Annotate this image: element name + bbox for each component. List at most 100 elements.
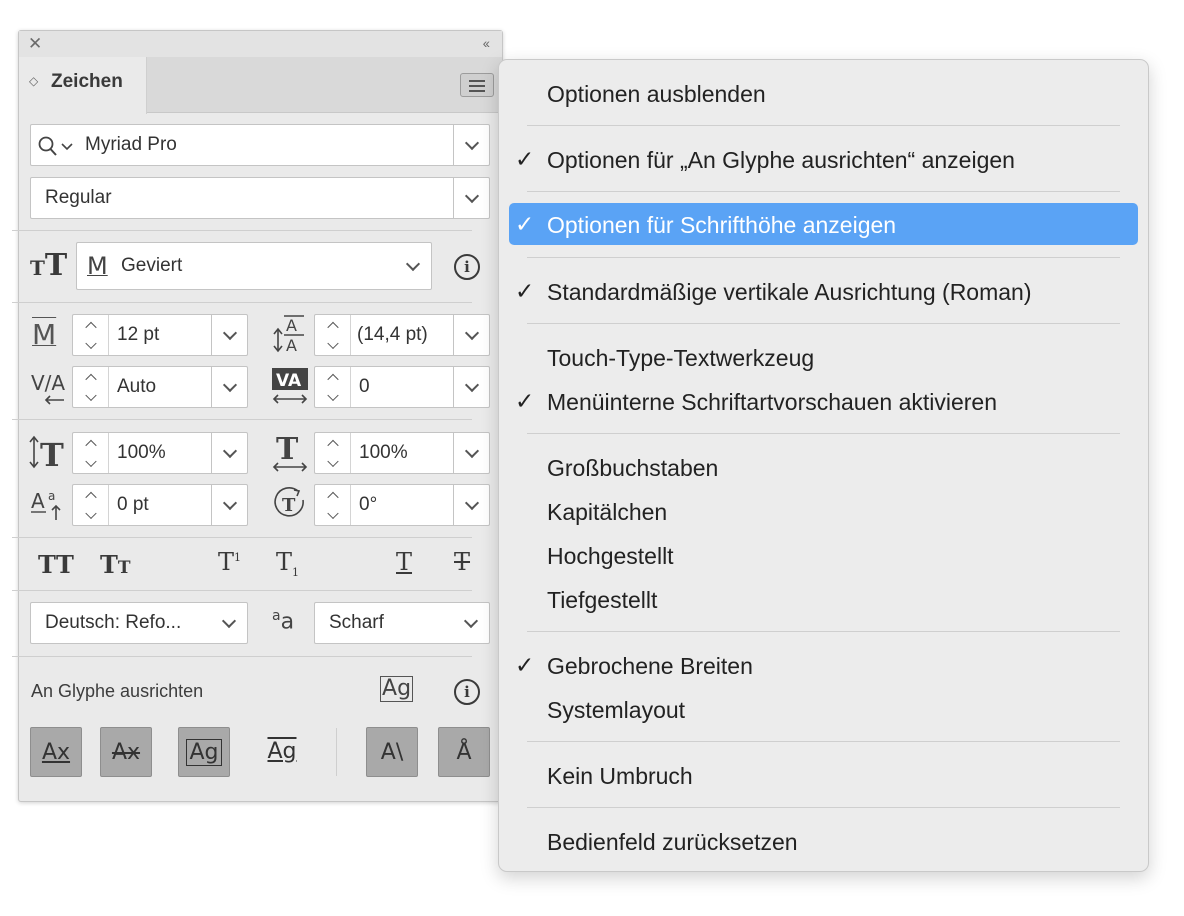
menu-item[interactable]: ✓ Menüinterne Schriftartvorschauen aktiv… — [509, 380, 1138, 422]
language-select[interactable]: Deutsch: Refo... — [30, 602, 248, 644]
snap-angular-button[interactable]: A\ — [366, 727, 418, 777]
vertical-scale-icon: T — [29, 435, 64, 470]
menu-item-label: Kapitälchen — [547, 499, 668, 525]
font-size-value: 12 pt — [117, 324, 160, 345]
all-caps-icon[interactable]: TT — [38, 550, 75, 579]
baseline-shift-dropdown[interactable] — [211, 485, 247, 525]
panel-menu-button[interactable] — [460, 73, 494, 97]
subscript-icon[interactable]: T1 — [276, 548, 299, 579]
tracking-dropdown[interactable] — [453, 367, 489, 407]
menu-item[interactable]: Optionen ausblenden — [509, 72, 1138, 114]
chevron-down-icon — [221, 613, 237, 629]
character-rotation-icon: T — [274, 487, 304, 517]
snap-xheight-icon: Ax — [111, 740, 141, 765]
character-rotation-field[interactable]: 0° — [314, 484, 490, 526]
em-icon: M — [87, 252, 108, 280]
info-icon[interactable]: i — [454, 254, 480, 280]
horizontal-scale-stepper[interactable] — [315, 433, 351, 473]
snap-anchor-button[interactable]: Å — [438, 727, 490, 777]
menu-separator — [527, 257, 1120, 258]
baseline-shift-stepper[interactable] — [73, 485, 109, 525]
chevron-down-icon — [326, 455, 339, 468]
font-size-dropdown[interactable] — [211, 315, 247, 355]
leading-dropdown[interactable] — [453, 315, 489, 355]
menu-item[interactable]: Hochgestellt — [509, 534, 1138, 576]
menu-item[interactable]: Tiefgestellt — [509, 578, 1138, 620]
svg-text:T: T — [282, 495, 296, 516]
menu-item[interactable]: Systemlayout — [509, 688, 1138, 730]
chevron-up-icon — [84, 373, 97, 386]
snap-proximity-button[interactable]: Ag — [256, 727, 308, 777]
kerning-dropdown[interactable] — [211, 367, 247, 407]
chevron-up-icon — [84, 491, 97, 504]
checkmark-icon: ✓ — [515, 388, 535, 414]
horizontal-scale-dropdown[interactable] — [453, 433, 489, 473]
character-rotation-stepper[interactable] — [315, 485, 351, 525]
small-caps-icon[interactable]: TT — [100, 550, 131, 579]
close-icon[interactable]: ✕ — [28, 34, 42, 54]
font-family-dropdown[interactable] — [453, 125, 489, 165]
baseline-shift-field[interactable]: 0 pt — [72, 484, 248, 526]
checkmark-icon: ✓ — [515, 652, 535, 678]
tracking-icon: VA — [272, 368, 308, 404]
menu-item-label: Optionen für Schrifthöhe anzeigen — [547, 212, 897, 238]
font-style-field[interactable]: Regular — [30, 177, 490, 219]
character-rotation-value: 0° — [359, 494, 378, 515]
kerning-stepper[interactable] — [73, 367, 109, 407]
vertical-scale-dropdown[interactable] — [211, 433, 247, 473]
menu-item[interactable]: ✓ Standardmäßige vertikale Ausrichtung (… — [509, 270, 1138, 312]
menu-item[interactable]: ✓ Gebrochene Breiten — [509, 644, 1138, 686]
antialiasing-select[interactable]: Scharf — [314, 602, 490, 644]
chevron-down-icon — [326, 337, 339, 350]
leading-stepper[interactable] — [315, 315, 351, 355]
antialiasing-icon: aa — [272, 608, 295, 635]
vertical-scale-stepper[interactable] — [73, 433, 109, 473]
font-style-dropdown[interactable] — [453, 178, 489, 218]
chevron-down-icon — [464, 188, 479, 204]
menu-item[interactable]: Touch-Type-Textwerkzeug — [509, 336, 1138, 378]
panel-tab-row: ◇ Zeichen — [19, 57, 502, 114]
menu-item[interactable]: ✓ Optionen für „An Glyphe ausrichten“ an… — [509, 138, 1138, 180]
snap-glyph-bounds-button[interactable]: Ag — [178, 727, 230, 777]
chevron-down-icon — [84, 389, 97, 402]
chevron-down-icon — [405, 256, 421, 272]
snap-angular-icon: A\ — [380, 740, 404, 765]
tracking-field[interactable]: 0 — [314, 366, 490, 408]
leading-value: (14,4 pt) — [357, 324, 428, 345]
menu-item[interactable]: Kein Umbruch — [509, 754, 1138, 796]
menu-item[interactable]: Großbuchstaben — [509, 446, 1138, 488]
underline-icon[interactable]: T — [396, 548, 412, 576]
vertical-scale-field[interactable]: 100% — [72, 432, 248, 474]
kerning-value: Auto — [117, 376, 157, 397]
unit-value: Geviert — [121, 255, 183, 276]
font-size-field[interactable]: 12 pt — [72, 314, 248, 356]
menu-item[interactable]: Kapitälchen — [509, 490, 1138, 532]
menu-item[interactable]: Bedienfeld zurücksetzen — [509, 820, 1138, 862]
character-rotation-dropdown[interactable] — [453, 485, 489, 525]
kerning-field[interactable]: Auto — [72, 366, 248, 408]
glyph-bounds-icon[interactable]: Ag — [380, 676, 414, 702]
snap-baseline-button[interactable]: Ax — [30, 727, 82, 777]
snap-anchor-icon: Å — [456, 740, 472, 765]
menu-separator — [527, 433, 1120, 434]
collapse-icon[interactable]: ‹‹ — [483, 35, 490, 51]
leading-field[interactable]: (14,4 pt) — [314, 314, 490, 356]
tracking-stepper[interactable] — [315, 367, 351, 407]
snap-xheight-button[interactable]: Ax — [100, 727, 152, 777]
menu-separator — [527, 741, 1120, 742]
chevron-up-icon — [84, 439, 97, 452]
menu-item-highlighted[interactable]: ✓ Optionen für Schrifthöhe anzeigen — [509, 203, 1138, 245]
menu-separator — [527, 191, 1120, 192]
font-size-stepper[interactable] — [73, 315, 109, 355]
tracking-value: 0 — [359, 376, 370, 397]
strikethrough-icon[interactable]: T — [454, 548, 470, 576]
divider — [12, 590, 472, 591]
font-family-field[interactable]: Myriad Pro — [30, 124, 490, 166]
svg-text:A: A — [286, 316, 297, 335]
superscript-icon[interactable]: T1 — [218, 548, 241, 576]
chevron-down-icon — [326, 507, 339, 520]
snap-info-icon[interactable]: i — [454, 679, 480, 705]
horizontal-scale-field[interactable]: 100% — [314, 432, 490, 474]
tab-zeichen[interactable]: ◇ Zeichen — [19, 57, 147, 114]
unit-select[interactable]: M Geviert — [76, 242, 432, 290]
